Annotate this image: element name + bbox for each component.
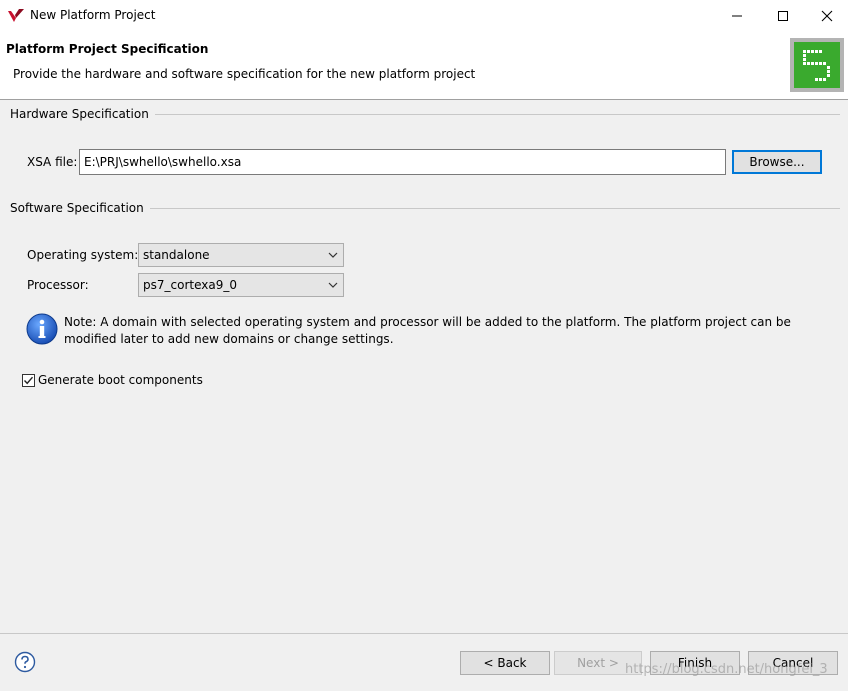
browse-button[interactable]: Browse... <box>732 150 822 174</box>
hardware-group-label: Hardware Specification <box>10 107 155 121</box>
platform-logo-icon <box>803 50 830 81</box>
back-button[interactable]: < Back <box>460 651 550 675</box>
generate-boot-label: Generate boot components <box>38 373 203 387</box>
help-icon[interactable] <box>14 651 36 673</box>
operating-system-value: standalone <box>143 248 210 262</box>
wizard-header: Platform Project Specification Provide t… <box>0 31 848 100</box>
vitis-app-icon <box>8 9 24 22</box>
cancel-button[interactable]: Cancel <box>748 651 838 675</box>
footer-divider <box>0 633 848 634</box>
chevron-down-icon <box>328 282 338 288</box>
close-icon <box>821 10 833 21</box>
maximize-button[interactable] <box>760 0 806 31</box>
processor-select[interactable]: ps7_cortexa9_0 <box>138 273 344 297</box>
software-group-label: Software Specification <box>10 201 150 215</box>
maximize-icon <box>778 10 788 21</box>
chevron-down-icon <box>328 252 338 258</box>
processor-label: Processor: <box>27 278 89 292</box>
generate-boot-checkbox[interactable] <box>22 374 35 387</box>
xsa-file-input[interactable] <box>79 149 726 175</box>
info-icon <box>26 313 58 345</box>
window-title: New Platform Project <box>30 8 156 22</box>
finish-button[interactable]: Finish <box>650 651 740 675</box>
processor-value: ps7_cortexa9_0 <box>143 278 237 292</box>
operating-system-select[interactable]: standalone <box>138 243 344 267</box>
next-button[interactable]: Next > <box>554 651 642 675</box>
page-description: Provide the hardware and software specif… <box>13 67 476 81</box>
minimize-icon <box>732 15 742 16</box>
checkmark-icon <box>23 376 34 385</box>
software-group-divider <box>144 208 840 209</box>
close-button[interactable] <box>804 0 848 31</box>
domain-note: Note: A domain with selected operating s… <box>64 315 791 346</box>
hardware-group-divider <box>150 114 840 115</box>
minimize-button[interactable] <box>714 0 760 31</box>
xsa-file-label: XSA file: <box>27 155 78 169</box>
operating-system-label: Operating system: <box>27 248 139 262</box>
title-bar: New Platform Project <box>0 0 848 31</box>
page-title: Platform Project Specification <box>6 42 209 56</box>
platform-wizard-logo <box>790 38 844 92</box>
